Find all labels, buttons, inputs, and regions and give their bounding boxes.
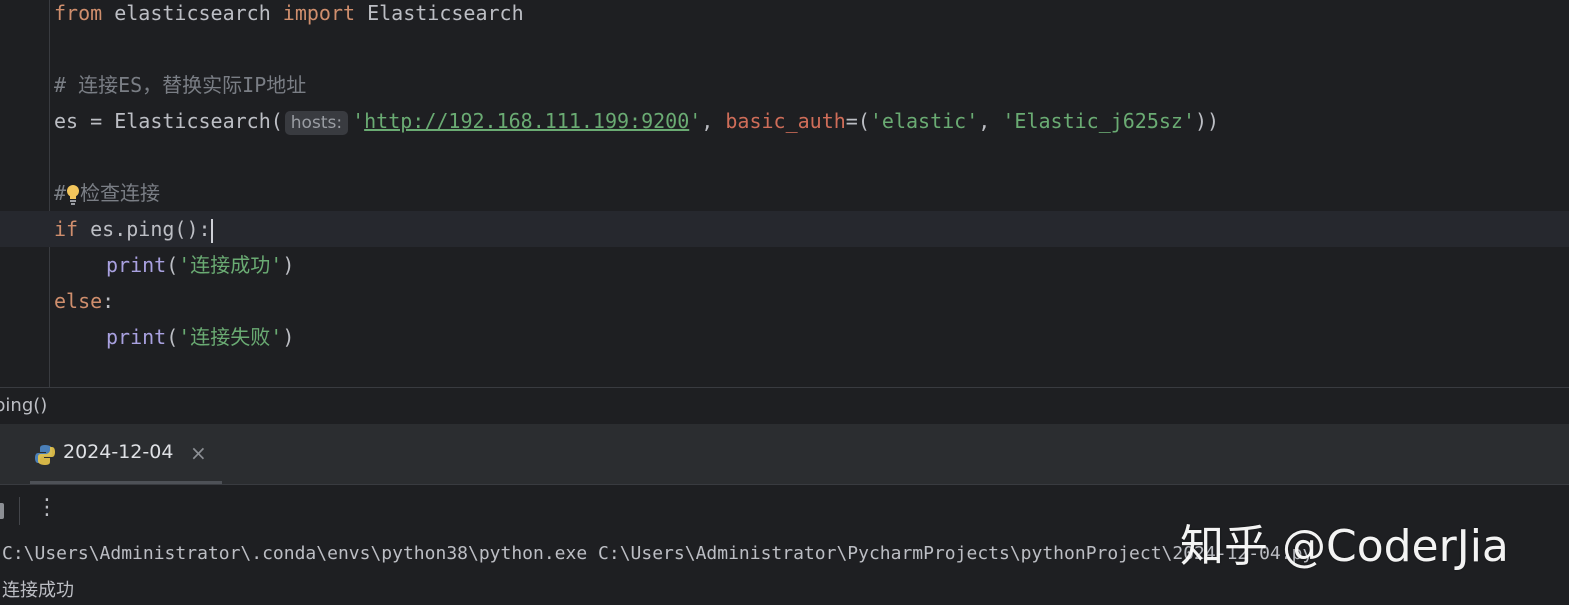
code-text: , bbox=[701, 109, 726, 133]
code-text: )) bbox=[1195, 109, 1220, 133]
comment: # 连接ES，替换实际IP地址 bbox=[54, 73, 307, 97]
code-line-1[interactable]: from elasticsearch import Elasticsearch bbox=[54, 0, 524, 36]
close-icon[interactable]: × bbox=[190, 441, 207, 465]
keyword: else bbox=[54, 289, 103, 313]
string-literal: '连接失败' bbox=[178, 325, 283, 349]
code-text: ( bbox=[166, 325, 179, 349]
keyword: import bbox=[282, 1, 356, 25]
keyword: if bbox=[54, 217, 79, 241]
string-literal: 'Elastic_j625sz' bbox=[1002, 109, 1196, 133]
more-options-icon[interactable]: ⋮ bbox=[36, 495, 58, 520]
comment: 检查连接 bbox=[80, 181, 161, 205]
tab-run-config[interactable]: 2024-12-04 × bbox=[30, 424, 222, 484]
code-text: es = Elasticsearch( bbox=[54, 109, 283, 133]
stop-icon[interactable] bbox=[0, 503, 4, 519]
console-command-line: C:\Users\Administrator\.conda\envs\pytho… bbox=[2, 543, 1314, 564]
run-tool-window-tabs: 2024-12-04 × bbox=[0, 424, 1569, 485]
code-text: ( bbox=[166, 253, 179, 277]
text-caret bbox=[210, 218, 213, 243]
python-icon bbox=[34, 444, 56, 470]
tab-label: 2024-12-04 bbox=[63, 441, 174, 463]
string-literal: 'elastic' bbox=[869, 109, 979, 133]
class-name: Elasticsearch bbox=[355, 1, 524, 25]
breadcrumb[interactable]: ping() bbox=[0, 387, 1569, 424]
builtin-function: print bbox=[106, 253, 167, 277]
toolbar-divider bbox=[19, 497, 20, 525]
code-line-4[interactable]: es = Elasticsearch(hosts:'http://192.168… bbox=[54, 108, 1219, 144]
code-text: es.ping(): bbox=[78, 217, 211, 241]
string-literal: '连接成功' bbox=[178, 253, 283, 277]
code-text: =( bbox=[845, 109, 870, 133]
keyword: from bbox=[54, 1, 103, 25]
code-text: ) bbox=[282, 325, 295, 349]
tab-selected-underline bbox=[30, 481, 222, 484]
console-output-line: 连接成功 bbox=[2, 580, 74, 601]
code-text: ) bbox=[282, 253, 295, 277]
code-line-8[interactable]: print('连接成功') bbox=[106, 252, 294, 288]
code-text: , bbox=[978, 109, 1003, 133]
code-line-7[interactable]: if es.ping(): bbox=[54, 216, 213, 252]
code-line-6[interactable]: # 检查连接 bbox=[54, 180, 160, 216]
lightbulb-icon[interactable] bbox=[66, 184, 80, 206]
string-quote: ' bbox=[689, 109, 702, 133]
module-name: elasticsearch bbox=[102, 1, 283, 25]
code-line-10[interactable]: print('连接失败') bbox=[106, 324, 294, 360]
code-text: : bbox=[102, 289, 115, 313]
code-line-3[interactable]: # 连接ES，替换实际IP地址 bbox=[54, 72, 306, 108]
string-quote: ' bbox=[352, 109, 365, 133]
breadcrumb-item[interactable]: ping() bbox=[0, 395, 47, 416]
code-editor[interactable]: from elasticsearch import Elasticsearch … bbox=[0, 0, 1569, 387]
builtin-function: print bbox=[106, 325, 167, 349]
watermark: 知乎 @CoderJia bbox=[1180, 521, 1509, 572]
current-line-highlight bbox=[0, 211, 1569, 247]
url-link[interactable]: http://192.168.111.199:9200 bbox=[364, 109, 689, 133]
keyword-argument: basic_auth bbox=[725, 109, 846, 133]
parameter-hint: hosts: bbox=[284, 111, 349, 135]
comment-hash: # bbox=[54, 181, 67, 205]
code-line-9[interactable]: else: bbox=[54, 288, 114, 324]
gutter-divider bbox=[49, 0, 50, 387]
